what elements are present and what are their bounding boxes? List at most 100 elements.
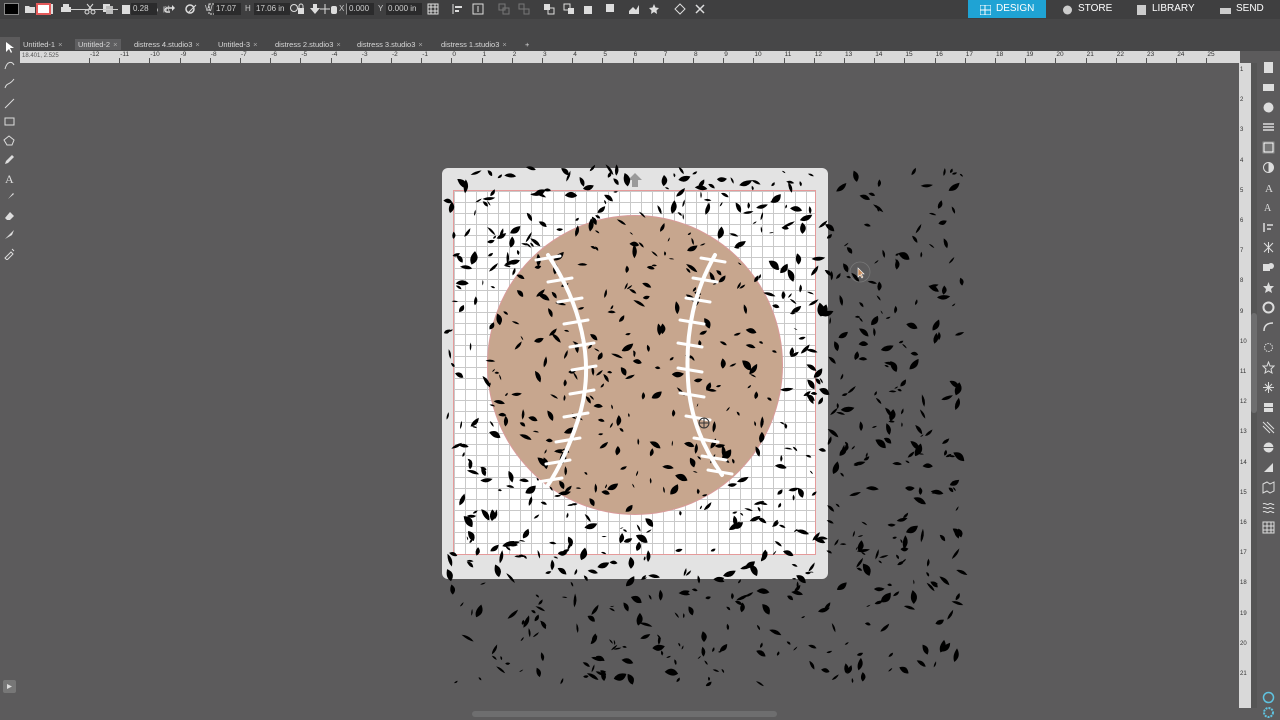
freehand-icon[interactable]: [3, 77, 16, 90]
transparency-icon[interactable]: [1262, 161, 1275, 174]
pencil-icon[interactable]: [3, 153, 16, 166]
modify-icon[interactable]: [1262, 281, 1275, 294]
brush-icon[interactable]: [3, 191, 16, 204]
vertical-ruler[interactable]: 1 2 3 4 5 6 7 8 9 10 11 12 13 14 15 16 17 18 19 20 21: [1239, 63, 1251, 708]
eraser-icon[interactable]: [3, 209, 16, 222]
lock-aspect-icon[interactable]: [295, 3, 307, 15]
ruler-tick-label: 13: [845, 51, 853, 58]
center-icon[interactable]: [472, 3, 484, 15]
close-tab-icon[interactable]: ×: [195, 40, 199, 49]
grid-panel-icon[interactable]: [1262, 521, 1275, 534]
sketch-icon[interactable]: [1262, 341, 1275, 354]
rhinestone-icon[interactable]: [1262, 361, 1275, 374]
fill-panel-icon[interactable]: [1262, 121, 1275, 134]
height-field[interactable]: 17.06 in: [254, 3, 290, 15]
open-folder-icon[interactable]: [24, 3, 36, 15]
send-back-icon[interactable]: [563, 3, 575, 15]
bring-forward-icon[interactable]: [583, 3, 595, 15]
rectangle-icon[interactable]: [3, 115, 16, 128]
select-arrow-icon[interactable]: [3, 41, 16, 54]
line-style-select[interactable]: [70, 9, 118, 10]
horizontal-ruler[interactable]: 18.401, 2.525 -12 -11 -10 -9 -8 -7 -6 -5 -4 -3 -2-…: [0, 51, 1240, 63]
star-icon[interactable]: [648, 3, 660, 15]
right-tool-panel: A A: [1257, 51, 1280, 720]
expand-panel-icon[interactable]: [3, 680, 16, 693]
line-color-swatch[interactable]: [36, 3, 51, 15]
layers-icon[interactable]: [1262, 401, 1275, 414]
ruler-tick-label: 6: [633, 51, 638, 58]
library-panel-icon[interactable]: [1262, 441, 1275, 454]
offset-icon[interactable]: [674, 3, 686, 15]
horizontal-scroll-thumb[interactable]: [472, 711, 777, 717]
horizontal-scrollbar[interactable]: [20, 708, 1239, 720]
close-x-icon[interactable]: [694, 3, 706, 15]
align-icon[interactable]: [452, 3, 464, 15]
close-tab-icon[interactable]: ×: [253, 40, 257, 49]
ruler-tick-label: 5: [603, 51, 608, 58]
replicate-panel-icon[interactable]: [1262, 261, 1275, 274]
text-style-icon[interactable]: A: [1262, 181, 1275, 194]
pattern-icon[interactable]: [1262, 501, 1275, 514]
width-field[interactable]: 17.07: [214, 3, 241, 15]
doc-tab[interactable]: Untitled-1 ×: [20, 39, 66, 50]
close-tab-icon[interactable]: ×: [58, 40, 62, 49]
doc-tab-active[interactable]: Untitled-2 ×: [75, 39, 121, 50]
polygon-icon[interactable]: [3, 134, 16, 147]
position-crosshair-icon[interactable]: [319, 3, 331, 15]
y-field[interactable]: 0.000 in: [386, 3, 422, 15]
close-tab-icon[interactable]: ×: [418, 40, 422, 49]
page-setup-icon[interactable]: [1262, 61, 1275, 74]
knife-icon[interactable]: [3, 228, 16, 241]
doc-tab[interactable]: Untitled-3 ×: [215, 39, 261, 50]
baseball-shape[interactable]: [487, 215, 783, 515]
send-icon: [1220, 4, 1231, 14]
line-tool-icon[interactable]: [186, 3, 198, 15]
trace-icon[interactable]: [1262, 321, 1275, 334]
close-tab-icon[interactable]: ×: [113, 40, 117, 49]
design-store-icon[interactable]: [1262, 101, 1275, 114]
vertical-scrollbar[interactable]: [1251, 63, 1257, 708]
doc-tab[interactable]: distress 1.studio3 ×: [438, 39, 510, 50]
options-toolbar: [0, 19, 1280, 37]
ruler-tick-label: -4: [331, 51, 338, 58]
print-cut-icon[interactable]: [1262, 461, 1275, 474]
transform-icon[interactable]: [1262, 241, 1275, 254]
close-tab-icon[interactable]: ×: [502, 40, 506, 49]
line-icon[interactable]: [3, 97, 16, 110]
new-tab-button[interactable]: +: [522, 39, 532, 50]
nesting-icon[interactable]: [1262, 381, 1275, 394]
doc-tab[interactable]: distress 2.studio3 ×: [272, 39, 344, 50]
send-tab[interactable]: SEND: [1208, 0, 1280, 18]
vertical-scroll-thumb[interactable]: [1251, 313, 1257, 413]
store-tab[interactable]: STORE: [1050, 0, 1124, 18]
replicate-icon[interactable]: [628, 3, 640, 15]
line-style-icon[interactable]: [1262, 141, 1275, 154]
help-icon[interactable]: [1262, 691, 1275, 704]
offset-panel-icon[interactable]: [1262, 301, 1275, 314]
ruler-tick-label: -6: [271, 51, 277, 58]
align-panel-icon[interactable]: [1262, 221, 1275, 234]
line-width-field[interactable]: 0.28: [131, 3, 157, 15]
design-tab[interactable]: DESIGN: [968, 0, 1046, 18]
text-icon[interactable]: A: [3, 172, 16, 185]
text-to-path-icon[interactable]: A: [1262, 201, 1275, 214]
send-backward-icon[interactable]: [603, 3, 615, 15]
doc-tab[interactable]: distress 4.studio3 ×: [131, 39, 203, 50]
ruler-tick-label: -12: [90, 51, 100, 58]
settings-gear-icon[interactable]: [1262, 706, 1275, 719]
library-tab[interactable]: LIBRARY: [1124, 0, 1204, 18]
grid-icon[interactable]: [427, 3, 439, 15]
send-panel-icon[interactable]: [1262, 81, 1275, 94]
ruler-tick-label: 10: [754, 51, 762, 58]
group-icon[interactable]: [498, 3, 510, 15]
emboss-icon[interactable]: [1262, 481, 1275, 494]
eyedropper-icon[interactable]: [3, 247, 16, 260]
close-tab-icon[interactable]: ×: [336, 40, 340, 49]
x-field[interactable]: 0.000: [347, 3, 374, 15]
pixscan-icon[interactable]: [1262, 421, 1275, 434]
bring-front-icon[interactable]: [543, 3, 555, 15]
ungroup-icon[interactable]: [518, 3, 530, 15]
edit-points-icon[interactable]: [3, 59, 16, 72]
fill-color-swatch[interactable]: [4, 3, 19, 15]
doc-tab[interactable]: distress 3.studio3 ×: [354, 39, 426, 50]
